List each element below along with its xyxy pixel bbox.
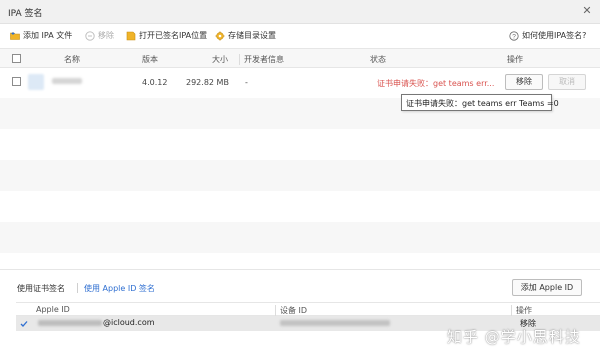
help-icon: ? xyxy=(509,30,519,41)
accounts-header: Apple ID 设备 ID 操作 xyxy=(16,302,600,316)
device-id-redacted xyxy=(280,320,390,326)
add-ipa-label: 添加 IPA 文件 xyxy=(23,31,73,40)
check-icon xyxy=(20,321,28,327)
account-email-suffix: @icloud.com xyxy=(103,318,155,327)
table-header: 名称 版本 大小 开发者信息 状态 操作 xyxy=(0,48,600,68)
header-status: 状态 xyxy=(370,55,386,64)
title-bar: IPA 签名 ✕ xyxy=(0,0,600,24)
storage-settings-button[interactable]: 存储目录设置 xyxy=(215,29,276,42)
header-name: 名称 xyxy=(64,55,80,64)
toolbar: 添加 IPA 文件 移除 打开已签名IPA位置 存储目录设置 ? 如何使用IPA… xyxy=(0,24,600,46)
row-remove-button[interactable]: 移除 xyxy=(505,74,543,90)
row-checkbox[interactable] xyxy=(12,77,21,86)
open-signed-location-button[interactable]: 打开已签名IPA位置 xyxy=(126,29,207,42)
close-icon[interactable]: ✕ xyxy=(580,4,594,18)
header-action: 操作 xyxy=(507,55,523,64)
help-link[interactable]: ? 如何使用IPA签名? xyxy=(509,29,586,42)
remove-button[interactable]: 移除 xyxy=(85,29,114,42)
section-divider xyxy=(0,269,600,270)
help-label: 如何使用IPA签名? xyxy=(522,31,587,40)
row-version: 4.0.12 xyxy=(142,78,168,87)
app-icon xyxy=(28,74,44,90)
tab-appleid-sign[interactable]: 使用 Apple ID 签名 xyxy=(84,283,155,294)
empty-row-stripe xyxy=(0,160,600,191)
storage-settings-label: 存储目录设置 xyxy=(228,31,276,40)
app-name-redacted xyxy=(52,78,82,84)
open-signed-location-label: 打开已签名IPA位置 xyxy=(139,31,208,40)
row-status[interactable]: 证书申请失败：get teams err... xyxy=(377,78,494,89)
row-size: 292.82 MB xyxy=(186,78,229,87)
folder-add-icon xyxy=(10,31,20,40)
remove-icon xyxy=(85,30,95,41)
header-apple-id: Apple ID xyxy=(36,305,70,314)
gear-icon xyxy=(215,31,225,40)
row-developer: - xyxy=(245,78,248,87)
remove-label: 移除 xyxy=(98,31,114,40)
header-developer: 开发者信息 xyxy=(239,54,284,65)
add-appleid-button[interactable]: 添加 Apple ID xyxy=(512,279,582,296)
row-cancel-button[interactable]: 取消 xyxy=(548,74,586,90)
header-version: 版本 xyxy=(142,55,158,64)
svg-text:?: ? xyxy=(512,33,516,40)
tab-cert-sign[interactable]: 使用证书签名 xyxy=(17,283,65,294)
add-ipa-button[interactable]: 添加 IPA 文件 xyxy=(10,29,72,42)
header-size: 大小 xyxy=(212,55,228,64)
header-account-action: 操作 xyxy=(511,305,532,316)
window-title: IPA 签名 xyxy=(8,9,43,19)
select-all-checkbox[interactable] xyxy=(12,54,21,63)
watermark: 知乎 @学小思科技 xyxy=(447,328,581,346)
empty-row-stripe xyxy=(0,222,600,253)
header-device-id: 设备 ID xyxy=(275,305,307,316)
folder-icon xyxy=(126,31,136,40)
tab-divider xyxy=(77,283,78,293)
email-redacted xyxy=(38,320,102,326)
status-tooltip: 证书申请失败：get teams err Teams =0 xyxy=(401,94,559,111)
